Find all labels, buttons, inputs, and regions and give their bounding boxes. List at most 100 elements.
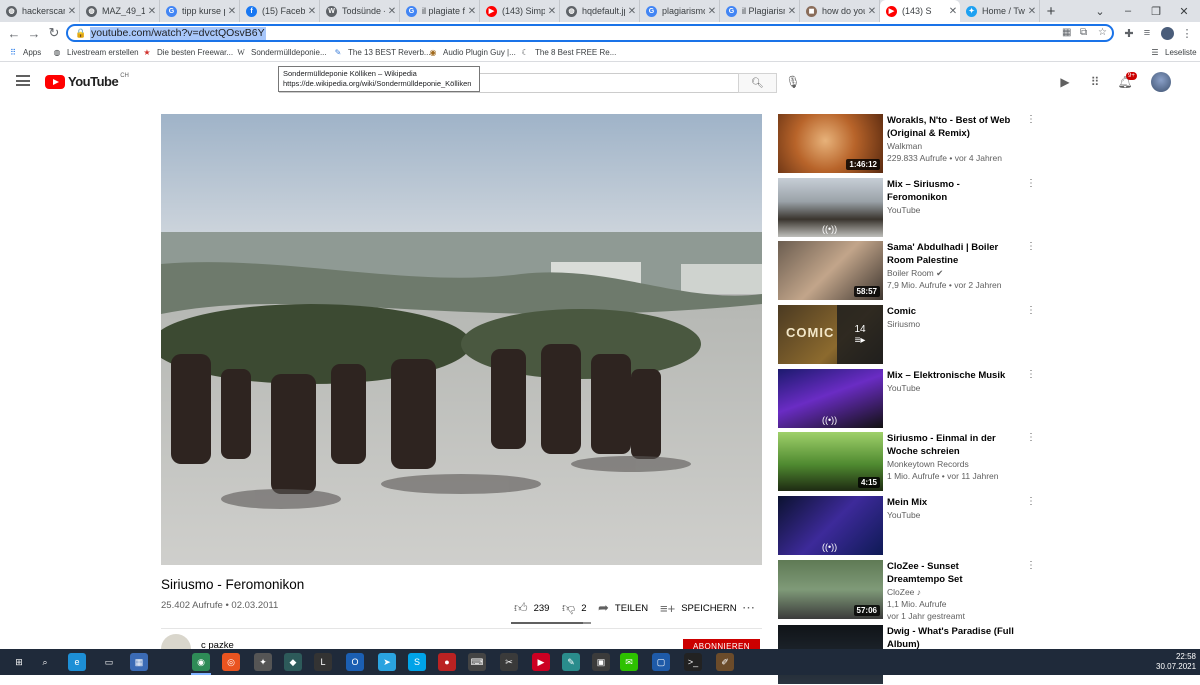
display-icon[interactable]: ▣ xyxy=(592,653,610,671)
browser-tab[interactable]: Gtipp kurse p ✕ xyxy=(160,0,240,22)
bookmark-freeware[interactable]: ★ Die besten Freewar... xyxy=(142,47,233,57)
extensions-puzzle-icon[interactable]: ✚ xyxy=(1120,24,1138,42)
apps-grid-icon[interactable]: ⠿ xyxy=(1086,73,1104,91)
account-avatar[interactable] xyxy=(1151,72,1171,92)
recommendation-item[interactable]: ((•)) Mix – Elektronische Musik YouTube ⋮ xyxy=(778,369,1038,429)
item-menu-icon[interactable]: ⋮ xyxy=(1026,432,1036,443)
vpn-shield-icon[interactable]: ◆ xyxy=(284,653,302,671)
close-tab-icon[interactable]: ✕ xyxy=(65,6,79,17)
video-thumbnail[interactable]: ((•)) xyxy=(778,369,883,428)
item-menu-icon[interactable]: ⋮ xyxy=(1026,496,1036,507)
media-controls-icon[interactable]: ≡ xyxy=(1138,24,1156,42)
like-button[interactable]: 👍︎ 239 xyxy=(514,598,549,618)
profile-avatar[interactable] xyxy=(1158,24,1176,42)
task-view-icon[interactable]: ▭ xyxy=(100,653,118,671)
browser-tab[interactable]: ◍ MAZ_49_19✕ xyxy=(80,0,160,22)
close-tab-icon[interactable]: ✕ xyxy=(946,6,960,17)
close-tab-icon[interactable]: ✕ xyxy=(145,6,159,17)
close-tab-icon[interactable]: ✕ xyxy=(545,6,559,17)
recommendation-title[interactable]: Siriusmo - Einmal in der Woche schreien xyxy=(887,432,1017,458)
recommendation-item[interactable]: ((•)) Mix – Siriusmo - Feromonikon YouTube… xyxy=(778,178,1038,238)
notes-icon[interactable]: ✐ xyxy=(716,653,734,671)
browser-tab[interactable]: ◍ hqdefault.jp ✕ xyxy=(560,0,640,22)
video-thumbnail[interactable]: 14 ≡▸ COMIC xyxy=(778,305,883,364)
windows-start-icon[interactable]: ⊞ xyxy=(10,653,28,671)
item-menu-icon[interactable]: ⋮ xyxy=(1026,305,1036,316)
search-icon[interactable]: ⌕ xyxy=(36,653,54,671)
item-menu-icon[interactable]: ⋮ xyxy=(1026,369,1036,380)
bookmark-star-icon[interactable]: ☆ xyxy=(1098,27,1107,38)
video-thumbnail[interactable]: 1:46:12 xyxy=(778,114,883,173)
browser-tab[interactable]: ✦ Home / Twit ✕ xyxy=(960,0,1040,22)
close-tab-icon[interactable]: ✕ xyxy=(705,6,719,17)
item-menu-icon[interactable]: ⋮ xyxy=(1026,178,1036,189)
video-tool-icon[interactable]: ▶ xyxy=(532,653,550,671)
item-menu-icon[interactable]: ⋮ xyxy=(1026,560,1036,571)
minimize-button[interactable]: – xyxy=(1114,0,1142,22)
video-thumbnail[interactable]: ((•)) xyxy=(778,178,883,237)
recommendation-channel[interactable]: Monkeytown Records xyxy=(887,459,969,469)
video-player[interactable] xyxy=(161,114,762,565)
recommendation-title[interactable]: Sama' Abdulhadi | Boiler Room Palestine xyxy=(887,241,1017,267)
recommendation-title[interactable]: Worakls, N'to - Best of Web (Original & … xyxy=(887,114,1017,140)
reading-list[interactable]: ☰ Leseliste xyxy=(1150,47,1196,57)
create-video-icon[interactable]: ▶ xyxy=(1056,73,1074,91)
store-icon[interactable]: ▦ xyxy=(130,653,148,671)
recommendation-channel[interactable]: Boiler Room ✔ xyxy=(887,268,943,279)
close-window-button[interactable]: ✕ xyxy=(1170,0,1198,22)
recommendation-title[interactable]: Mix – Siriusmo - Feromonikon xyxy=(887,178,1017,204)
recommendation-title[interactable]: CloZee - Sunset Dreamtempo Set xyxy=(887,560,1017,586)
menu-hamburger-icon[interactable] xyxy=(16,75,30,86)
skype-icon[interactable]: S xyxy=(408,653,426,671)
video-thumbnail[interactable]: 57:06 xyxy=(778,560,883,619)
recommendation-title[interactable]: Mein Mix xyxy=(887,496,1017,509)
close-tab-icon[interactable]: ✕ xyxy=(625,6,639,17)
keyboard-icon[interactable]: ⌨ xyxy=(468,653,486,671)
qr-code-icon[interactable]: ▦ xyxy=(1062,27,1071,38)
voice-search-icon[interactable]: 🎙︎ xyxy=(784,73,802,91)
browser-tab[interactable]: f (15) Facebo✕ xyxy=(240,0,320,22)
save-button[interactable]: ≡+ SPEICHERN xyxy=(660,598,737,618)
browser-tab[interactable]: ◍ hackerscard✕ xyxy=(0,0,80,22)
recorder-icon[interactable]: ● xyxy=(438,653,456,671)
close-tab-icon[interactable]: ✕ xyxy=(1025,6,1039,17)
close-tab-icon[interactable]: ✕ xyxy=(385,6,399,17)
item-menu-icon[interactable]: ⋮ xyxy=(1026,114,1036,125)
ubuntu-icon[interactable]: ◎ xyxy=(222,653,240,671)
browser-tab[interactable]: Gil Plagiarism✕ xyxy=(720,0,800,22)
recommendation-item[interactable]: 14 ≡▸ COMIC Comic Siriusmo ⋮ xyxy=(778,305,1038,365)
more-actions-button[interactable]: ⋯ xyxy=(742,598,755,618)
tab-search-button[interactable]: ⌄ xyxy=(1086,0,1114,22)
recommendation-channel[interactable]: YouTube xyxy=(887,383,920,393)
maximize-button[interactable]: ❐ xyxy=(1142,0,1170,22)
recommendation-channel[interactable]: Walkman xyxy=(887,141,922,151)
terminal-icon[interactable]: >_ xyxy=(684,653,702,671)
recommendation-item[interactable]: ((•)) Mein Mix YouTube ⋮ xyxy=(778,496,1038,556)
back-button[interactable]: ← xyxy=(4,22,24,44)
close-tab-icon[interactable]: ✕ xyxy=(865,6,879,17)
video-thumbnail[interactable]: ((•)) xyxy=(778,496,883,555)
browser-tab[interactable]: ▶ (143) S ✕ xyxy=(880,0,960,22)
bookmark-reverb[interactable]: ✎ The 13 BEST Reverb... xyxy=(333,47,431,57)
browser-tab[interactable]: ◼ how do you ✕ xyxy=(800,0,880,22)
recommendation-channel[interactable]: YouTube xyxy=(887,205,920,215)
recommendation-title[interactable]: Dwig - What's Paradise (Full Album) xyxy=(887,625,1017,651)
telegram-icon[interactable]: ➤ xyxy=(378,653,396,671)
recommendation-item[interactable]: 4:15 Siriusmo - Einmal in der Woche schre… xyxy=(778,432,1038,492)
close-tab-icon[interactable]: ✕ xyxy=(305,6,319,17)
share-button[interactable]: ➦ TEILEN xyxy=(598,598,648,618)
video-thumbnail[interactable]: 4:15 xyxy=(778,432,883,491)
recommendation-title[interactable]: Comic xyxy=(887,305,1017,318)
forward-button[interactable]: → xyxy=(24,22,44,44)
bookmark-sondermuell[interactable]: W Sondermülldeponie... xyxy=(236,47,326,57)
close-tab-icon[interactable]: ✕ xyxy=(785,6,799,17)
edge-browser-icon[interactable]: e xyxy=(68,653,86,671)
audio-tool-icon[interactable]: ✂ xyxy=(500,653,518,671)
dislike-button[interactable]: 👎︎ 2 xyxy=(562,598,587,618)
recommendation-title[interactable]: Mix – Elektronische Musik xyxy=(887,369,1017,382)
wechat-icon[interactable]: ✉ xyxy=(620,653,638,671)
close-tab-icon[interactable]: ✕ xyxy=(225,6,239,17)
gamepad-icon[interactable]: ✦ xyxy=(254,653,272,671)
browser-tab[interactable]: Gil plagiate f ✕ xyxy=(400,0,480,22)
video-thumbnail[interactable]: 58:57 xyxy=(778,241,883,300)
